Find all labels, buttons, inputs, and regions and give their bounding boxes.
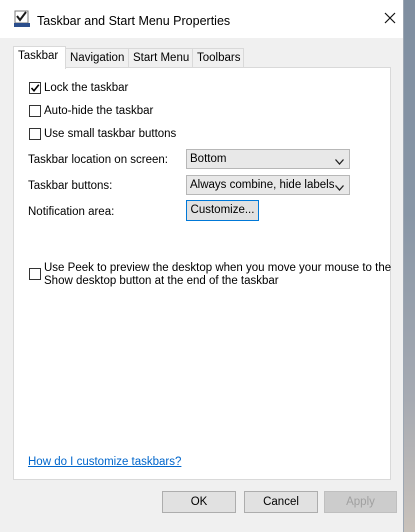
tab-toolbars[interactable]: Toolbars	[192, 48, 244, 67]
apply-button[interactable]: Apply	[324, 491, 397, 513]
small-buttons-option[interactable]: Use small taskbar buttons	[29, 128, 176, 140]
chevron-down-icon	[335, 182, 344, 194]
ok-button-label: OK	[190, 496, 208, 508]
cancel-button[interactable]: Cancel	[244, 491, 318, 513]
small-buttons-checkbox[interactable]	[29, 128, 41, 140]
customize-button[interactable]: Customize...	[186, 200, 259, 221]
peek-label-line-2: Show desktop button at the end of the ta…	[44, 275, 279, 287]
auto-hide-checkbox[interactable]	[29, 105, 41, 117]
tab-label: Taskbar	[18, 50, 59, 62]
notification-area-label: Notification area:	[28, 206, 115, 218]
taskbar-buttons-value: Always combine, hide labels	[190, 179, 335, 191]
small-buttons-label: Use small taskbar buttons	[44, 128, 177, 140]
location-label: Taskbar location on screen:	[28, 154, 168, 166]
tab-label: Start Menu	[133, 52, 190, 64]
close-button[interactable]	[376, 7, 404, 31]
checkmark-icon	[30, 84, 40, 93]
lock-taskbar-label: Lock the taskbar	[44, 82, 129, 94]
peek-option[interactable]: Use Peek to preview the desktop when you…	[29, 262, 391, 288]
lock-taskbar-option[interactable]: Lock the taskbar	[29, 82, 128, 94]
help-link[interactable]: How do I customize taskbars?	[28, 456, 181, 468]
auto-hide-option[interactable]: Auto-hide the taskbar	[29, 105, 153, 117]
close-icon	[384, 12, 396, 27]
taskbar-buttons-label: Taskbar buttons:	[28, 180, 113, 192]
customize-button-label: Customize...	[190, 204, 255, 216]
chevron-down-icon	[335, 156, 344, 168]
title-bar: Taskbar and Start Menu Properties	[0, 0, 403, 38]
tab-navigation[interactable]: Navigation	[65, 48, 129, 67]
tab-taskbar[interactable]: Taskbar	[13, 46, 66, 69]
taskbar-properties-icon	[14, 10, 30, 28]
lock-taskbar-checkbox[interactable]	[29, 82, 41, 94]
tab-label: Navigation	[70, 52, 125, 64]
taskbar-tab-panel: Lock the taskbar Auto-hide the taskbar U…	[13, 67, 391, 480]
tab-start-menu[interactable]: Start Menu	[128, 48, 193, 67]
ok-button[interactable]: OK	[162, 491, 236, 513]
window-title: Taskbar and Start Menu Properties	[37, 14, 231, 28]
location-select[interactable]: Bottom	[186, 149, 350, 169]
properties-dialog: Taskbar and Start Menu Properties Taskba…	[0, 0, 404, 532]
apply-button-label: Apply	[346, 496, 375, 508]
peek-checkbox[interactable]	[29, 268, 41, 280]
cancel-button-label: Cancel	[263, 496, 299, 508]
peek-label: Use Peek to preview the desktop when you…	[44, 262, 391, 288]
peek-label-line-1: Use Peek to preview the desktop when you…	[44, 262, 392, 274]
auto-hide-label: Auto-hide the taskbar	[44, 105, 154, 117]
taskbar-buttons-select[interactable]: Always combine, hide labels	[186, 175, 350, 195]
location-value: Bottom	[190, 153, 227, 165]
tab-strip: Taskbar Navigation Start Menu Toolbars	[13, 46, 393, 69]
tab-label: Toolbars	[197, 52, 241, 64]
